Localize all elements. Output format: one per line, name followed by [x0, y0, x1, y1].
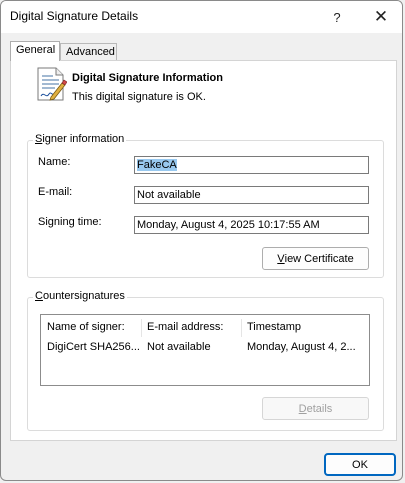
view-cert-mnemonic: V: [277, 252, 285, 265]
signer-information-group: Signer information Name: FakeCA E-mail: …: [27, 133, 384, 278]
window-title: Digital Signature Details: [10, 9, 139, 23]
close-icon: ✕: [373, 7, 389, 26]
tab-advanced-label: Advanced: [66, 46, 115, 58]
email-field[interactable]: Not available: [134, 186, 369, 204]
table-row[interactable]: DigiCert SHA256... Not available Monday,…: [41, 339, 369, 357]
view-certificate-button[interactable]: View Certificate: [262, 247, 369, 270]
cell-email: Not available: [147, 341, 211, 353]
close-button[interactable]: ✕: [367, 6, 395, 28]
cs-legend-rest: ountersignatures: [42, 290, 125, 302]
signer-legend-rest: igner information: [42, 133, 125, 145]
column-divider[interactable]: [141, 319, 142, 337]
name-label: Name:: [38, 156, 71, 168]
cell-signer-name: DigiCert SHA256...: [47, 341, 140, 353]
info-title: Digital Signature Information: [72, 72, 223, 84]
column-header-name[interactable]: Name of signer:: [47, 321, 139, 333]
column-header-email[interactable]: E-mail address:: [147, 321, 239, 333]
help-icon: ?: [333, 9, 341, 25]
signature-status-text: This digital signature is OK.: [72, 91, 206, 103]
email-label: E-mail:: [38, 186, 73, 198]
view-cert-rest: iew Certificate: [284, 252, 354, 265]
general-tab-panel: Digital Signature Information This digit…: [10, 60, 397, 441]
name-field[interactable]: FakeCA: [134, 156, 369, 174]
details-mnemonic: D: [298, 402, 307, 415]
countersignatures-list[interactable]: Name of signer: E-mail address: Timestam…: [40, 314, 370, 386]
signing-time-label: Signing time:: [38, 216, 102, 228]
countersignatures-group: Countersignatures Name of signer: E-mail…: [27, 290, 384, 431]
details-button[interactable]: Details: [262, 397, 369, 420]
title-bar: Digital Signature Details ? ✕: [1, 1, 402, 33]
cs-legend-mnemonic: C: [35, 290, 43, 302]
signing-time-field[interactable]: Monday, August 4, 2025 10:17:55 AM: [134, 216, 369, 234]
countersignatures-legend: Countersignatures: [33, 290, 127, 302]
help-button[interactable]: ?: [323, 6, 351, 28]
details-rest: etails: [306, 402, 333, 415]
ok-button[interactable]: OK: [324, 453, 396, 476]
tab-general-label: General: [16, 44, 56, 56]
list-header: Name of signer: E-mail address: Timestam…: [41, 319, 369, 337]
tab-advanced[interactable]: Advanced: [60, 43, 117, 61]
signed-document-icon: [37, 67, 67, 101]
signer-information-legend: Signer information: [33, 133, 127, 145]
name-value: FakeCA: [137, 159, 177, 171]
dialog-window: Digital Signature Details ? ✕ General Ad…: [0, 0, 403, 481]
column-header-timestamp[interactable]: Timestamp: [247, 321, 367, 333]
column-divider[interactable]: [241, 319, 242, 337]
tab-general[interactable]: General: [10, 41, 60, 61]
cell-timestamp: Monday, August 4, 2...: [247, 341, 356, 353]
